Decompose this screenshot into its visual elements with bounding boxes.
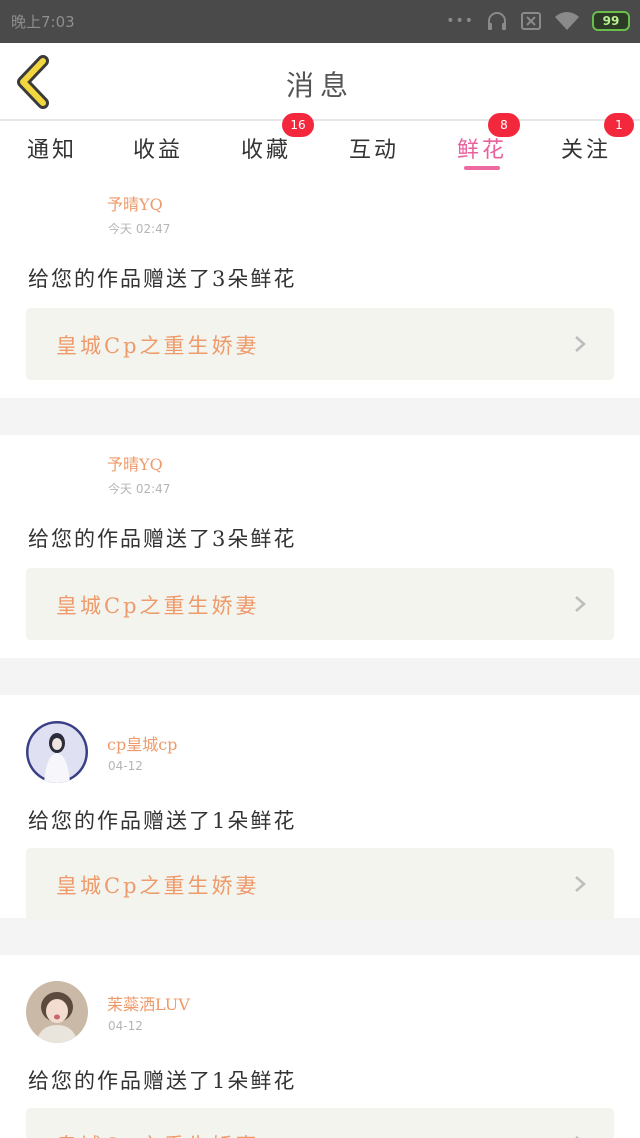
status-bar: 晚上7:03 ••• 99	[0, 0, 640, 43]
tab-notifications[interactable]: 通知	[0, 121, 104, 175]
tab-label: 收益	[132, 138, 183, 163]
avatar-image	[26, 721, 88, 783]
work-title: 皇城Cp之重生娇妻	[56, 334, 260, 358]
avatar[interactable]	[26, 981, 88, 1043]
message-text: 给您的作品赠送了3朵鲜花	[28, 527, 297, 551]
work-title: 皇城Cp之重生娇妻	[56, 874, 260, 898]
tab-label: 鲜花	[456, 138, 507, 163]
app-header: 消息	[0, 43, 640, 121]
sender-name[interactable]: cp皇城cp	[107, 731, 177, 755]
tab-earnings[interactable]: 收益	[104, 121, 212, 175]
message-time: 今天 02:47	[108, 482, 171, 496]
message-text: 给您的作品赠送了1朵鲜花	[28, 1069, 297, 1093]
tab-flowers[interactable]: 鲜花 8	[428, 113, 536, 175]
message-text: 给您的作品赠送了1朵鲜花	[28, 809, 297, 833]
message-time: 04-12	[108, 1019, 143, 1033]
message-list: 予晴YQ 今天 02:47 给您的作品赠送了3朵鲜花 皇城Cp之重生娇妻 予晴Y…	[0, 175, 640, 1138]
tab-favorites[interactable]: 收藏 16	[212, 113, 320, 175]
work-link[interactable]: 皇城Cp之重生娇妻	[26, 308, 614, 380]
work-title: 皇城Cp之重生娇妻	[56, 594, 260, 618]
unread-badge: 1	[604, 113, 634, 137]
no-sim-icon	[521, 12, 541, 30]
sender-name[interactable]: 予晴YQ	[107, 191, 163, 215]
tab-interactions[interactable]: 互动	[320, 121, 428, 175]
wifi-icon	[555, 12, 579, 30]
message-time: 04-12	[108, 759, 143, 773]
message-card: 苿蘂洒LUV 04-12 给您的作品赠送了1朵鲜花 皇城Cp之重生娇妻	[0, 955, 640, 1138]
sender-name[interactable]: 予晴YQ	[107, 451, 163, 475]
headset-icon	[488, 12, 506, 30]
page-title: 消息	[285, 69, 354, 102]
tab-bar: 通知 收益 收藏 16 互动 鲜花 8 关注 1	[0, 113, 640, 175]
unread-badge: 16	[282, 113, 314, 137]
chevron-right-icon	[575, 876, 586, 892]
work-title: 皇城Cp之重生娇妻	[56, 1130, 260, 1138]
avatar[interactable]	[26, 721, 88, 783]
battery-indicator: 99	[592, 11, 630, 31]
card-divider	[0, 918, 640, 955]
chevron-right-icon	[575, 596, 586, 612]
battery-level: 99	[602, 14, 620, 28]
unread-badge: 8	[488, 113, 520, 137]
tab-follows[interactable]: 关注 1	[536, 113, 636, 175]
work-link[interactable]: 皇城Cp之重生娇妻	[26, 568, 614, 640]
sender-name[interactable]: 苿蘂洒LUV	[107, 991, 190, 1015]
more-dots-icon: •••	[446, 13, 474, 29]
chevron-right-icon	[575, 336, 586, 352]
card-divider	[0, 658, 640, 695]
tab-label: 互动	[348, 138, 399, 163]
work-link[interactable]: 皇城Cp之重生娇妻	[26, 848, 614, 920]
message-text: 给您的作品赠送了3朵鲜花	[28, 267, 297, 291]
message-time: 今天 02:47	[108, 222, 171, 236]
message-card: 予晴YQ 今天 02:47 给您的作品赠送了3朵鲜花 皇城Cp之重生娇妻	[0, 175, 640, 398]
card-divider	[0, 398, 640, 435]
work-link[interactable]: 皇城Cp之重生娇妻	[26, 1108, 614, 1138]
active-tab-indicator	[464, 166, 500, 170]
message-card: cp皇城cp 04-12 给您的作品赠送了1朵鲜花 皇城Cp之重生娇妻	[0, 695, 640, 920]
status-time: 晚上7:03	[11, 13, 75, 31]
message-card: 予晴YQ 今天 02:47 给您的作品赠送了3朵鲜花 皇城Cp之重生娇妻	[0, 435, 640, 658]
avatar-image	[26, 981, 88, 1043]
tab-label: 通知	[26, 138, 77, 163]
status-icons: ••• 99	[446, 9, 630, 33]
